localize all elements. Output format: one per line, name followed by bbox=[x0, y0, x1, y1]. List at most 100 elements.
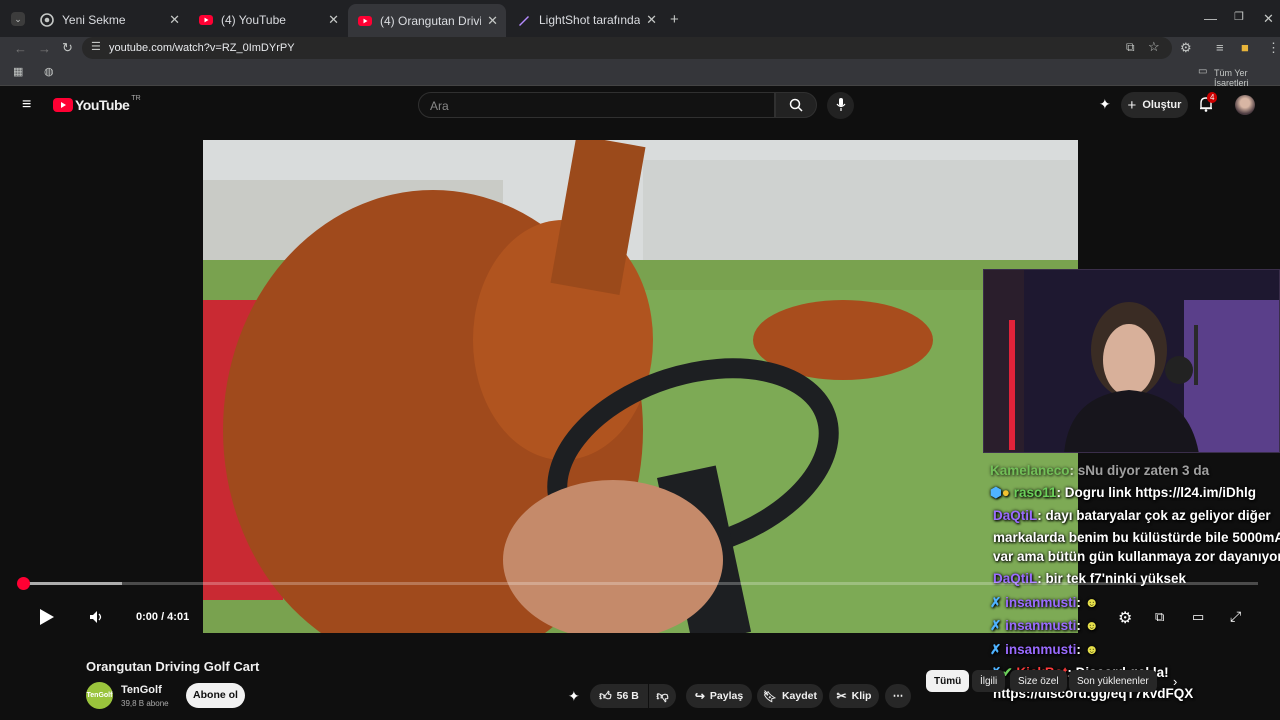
close-icon[interactable]: ✕ bbox=[169, 12, 180, 28]
all-bookmarks[interactable]: Tüm Yer İşaretleri bbox=[1214, 68, 1280, 88]
search-button[interactable] bbox=[775, 92, 817, 118]
url-text: youtube.com/watch?v=RZ_0ImDYrPY bbox=[109, 42, 295, 54]
emote-icon: ☻ bbox=[1084, 618, 1099, 633]
chat-message: ✗ insanmusti: ☻ bbox=[990, 639, 1099, 661]
chip-recent[interactable]: Son yüklenenler bbox=[1069, 670, 1157, 692]
dislike-button[interactable]: 👎︎ bbox=[649, 684, 676, 708]
address-bar[interactable]: ☰ youtube.com/watch?v=RZ_0ImDYrPY ⧉ ☆ bbox=[82, 37, 1172, 59]
clip-label: Klip bbox=[851, 690, 872, 702]
youtube-logo-text: YouTube bbox=[75, 97, 130, 113]
youtube-page: ≡ YouTube TR Ara ✦ + Oluştur 4 Kamelanec… bbox=[0, 86, 1280, 720]
thumbs-down-icon: 👎︎ bbox=[656, 688, 669, 703]
plus-icon: + bbox=[1127, 96, 1137, 114]
avatar[interactable] bbox=[1235, 95, 1255, 115]
chat-text: : bbox=[1076, 595, 1081, 610]
tab-orangutan-video[interactable]: (4) Orangutan Driving Golf Cart ✕ bbox=[348, 4, 506, 37]
save-label: Kaydet bbox=[781, 690, 817, 702]
channel-avatar[interactable]: TenGolf bbox=[86, 682, 113, 709]
extension-pin-icon[interactable]: ■ bbox=[1241, 41, 1249, 54]
browser-tab-bar: ⌄ Yeni Sekme ✕ (4) YouTube ✕ (4) Orangut… bbox=[0, 0, 1280, 37]
back-icon[interactable]: ← bbox=[14, 42, 27, 55]
chip-for-you[interactable]: Size özel bbox=[1010, 670, 1067, 692]
share-icon: ↪ bbox=[694, 689, 705, 703]
chat-user: DaQtiL bbox=[993, 508, 1038, 523]
chat-user: insanmusti bbox=[1005, 642, 1077, 657]
minimize-icon[interactable]: — bbox=[1204, 12, 1217, 25]
search-input[interactable]: Ara bbox=[418, 92, 775, 118]
subscriber-count: 39,8 B abone bbox=[121, 699, 169, 708]
new-tab-icon[interactable]: + bbox=[670, 12, 679, 27]
tab-search-icon[interactable]: ⌄ bbox=[11, 12, 25, 26]
video-frame bbox=[203, 140, 1078, 633]
menu-icon[interactable]: ⋮ bbox=[1267, 41, 1280, 54]
reload-icon[interactable]: ↻ bbox=[62, 41, 73, 54]
scrubber-handle[interactable] bbox=[17, 577, 30, 590]
more-icon: ⋯ bbox=[892, 690, 904, 702]
sparkle-icon[interactable]: ✦ bbox=[568, 689, 580, 703]
chat-user: raso11 bbox=[1013, 485, 1057, 500]
sword-icon: ✗ bbox=[990, 642, 1002, 657]
chat-message: var ama bütün gün kullanmaya zor dayanıy… bbox=[993, 546, 1280, 568]
tab-label: Yeni Sekme bbox=[62, 12, 126, 27]
volume-icon bbox=[90, 611, 102, 623]
install-app-icon[interactable]: ⧉ bbox=[1126, 41, 1135, 53]
thumbs-up-icon: 👍︎ bbox=[599, 688, 612, 703]
window-close-icon[interactable]: ✕ bbox=[1263, 12, 1274, 25]
chat-text: : Dogru link https://l24.im/iDhlg bbox=[1056, 485, 1257, 500]
tab-youtube-home[interactable]: (4) YouTube ✕ bbox=[189, 6, 347, 33]
media-control-icon[interactable]: ≡ bbox=[1216, 41, 1224, 54]
settings-button[interactable]: ⚙ bbox=[1118, 608, 1132, 628]
miniplayer-button[interactable]: ⧉ bbox=[1155, 609, 1164, 625]
badge-icon: ● bbox=[1001, 485, 1010, 500]
buffered-bar bbox=[23, 582, 122, 585]
chip-related[interactable]: İlgili bbox=[972, 670, 1006, 692]
chat-user: Kamelaneco bbox=[990, 463, 1070, 478]
region-code: TR bbox=[131, 94, 141, 102]
tab-lightshot[interactable]: LightShot tarafından Ekran Görü ✕ bbox=[507, 6, 665, 33]
restore-icon[interactable]: ❐ bbox=[1234, 12, 1244, 23]
volume-button[interactable] bbox=[89, 610, 103, 629]
tab-new-tab[interactable]: Yeni Sekme ✕ bbox=[30, 6, 188, 33]
fullscreen-button[interactable]: ⤢ bbox=[1230, 608, 1241, 625]
extensions-icon[interactable]: ⚙ bbox=[1180, 41, 1192, 54]
premium-icon[interactable]: ✦ bbox=[1099, 97, 1111, 111]
save-button[interactable]: 🔖︎ Kaydet bbox=[757, 684, 823, 708]
chat-user: insanmusti bbox=[1005, 618, 1077, 633]
youtube-icon bbox=[199, 14, 213, 25]
share-button[interactable]: ↪ Paylaş bbox=[686, 684, 752, 708]
chat-user: insanmusti bbox=[1005, 595, 1077, 610]
close-icon[interactable]: ✕ bbox=[487, 13, 498, 29]
chat-text: : bbox=[1076, 618, 1081, 633]
chat-message: ⬢● raso11: Dogru link https://l24.im/iDh… bbox=[990, 482, 1256, 504]
close-icon[interactable]: ✕ bbox=[646, 12, 657, 28]
like-button[interactable]: 👍︎ 56 B bbox=[590, 684, 648, 708]
bookmark-star-icon[interactable]: ☆ bbox=[1148, 40, 1160, 53]
chevron-right-icon[interactable]: › bbox=[1173, 675, 1177, 688]
chip-all[interactable]: Tümü bbox=[926, 670, 970, 692]
browser-toolbar: ← → ↻ ☰ youtube.com/watch?v=RZ_0ImDYrPY … bbox=[0, 37, 1280, 61]
theater-mode-button[interactable]: ▭ bbox=[1192, 609, 1204, 625]
more-actions-button[interactable]: ⋯ bbox=[885, 684, 911, 708]
voice-search-button[interactable] bbox=[827, 92, 854, 119]
notifications-button[interactable]: 4 bbox=[1199, 92, 1218, 117]
close-icon[interactable]: ✕ bbox=[328, 12, 339, 28]
channel-name[interactable]: TenGolf bbox=[121, 684, 162, 696]
video-player[interactable] bbox=[203, 140, 1078, 633]
clip-button[interactable]: ✂ Klip bbox=[829, 684, 879, 708]
subscribe-button[interactable]: Abone ol bbox=[186, 683, 245, 708]
create-label: Oluştur bbox=[1142, 99, 1182, 111]
apps-icon[interactable]: ▦ bbox=[13, 67, 23, 78]
chrome-icon bbox=[40, 12, 54, 27]
hamburger-menu-icon[interactable]: ≡ bbox=[22, 97, 31, 113]
youtube-logo-icon bbox=[53, 98, 73, 112]
globe-icon[interactable]: ◍ bbox=[44, 67, 54, 78]
play-button[interactable] bbox=[37, 608, 55, 631]
forward-icon[interactable]: → bbox=[38, 42, 51, 55]
emote-icon: ☻ bbox=[1084, 642, 1099, 657]
youtube-logo[interactable]: YouTube TR bbox=[53, 94, 141, 113]
progress-bar[interactable] bbox=[23, 582, 1258, 585]
tab-label: LightShot tarafından Ekran Görü bbox=[539, 12, 641, 27]
chat-text: : bbox=[1076, 642, 1081, 657]
create-button[interactable]: + Oluştur bbox=[1121, 92, 1188, 118]
site-info-icon[interactable]: ☰ bbox=[91, 42, 101, 53]
